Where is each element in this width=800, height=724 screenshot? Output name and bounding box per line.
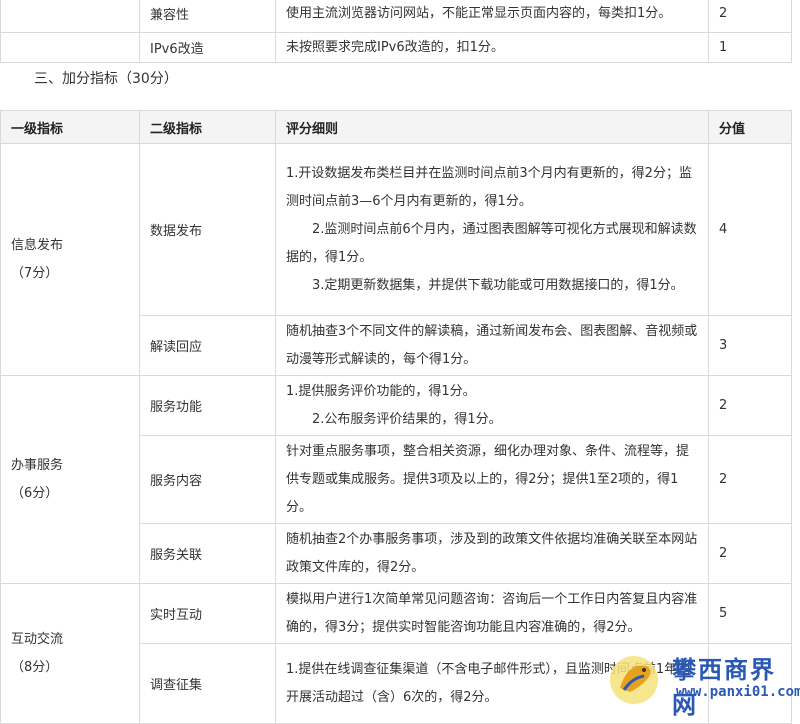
rule-line: 随机抽查2个办事服务事项，涉及到的政策文件依据均准确关联至本网站政策文件库的，得… [286,531,698,575]
score-cell: 2 [708,435,792,524]
level1-name: 信息发布 [11,237,64,253]
sub-indicator: 解读回应 [139,315,276,376]
score-cell: 2 [708,0,792,33]
rule-cell: 随机抽查3个不同文件的解读稿，通过新闻发布会、图表图解、音视频或动漫等形式解读的… [275,315,709,376]
sub-indicator: 实时互动 [139,583,276,644]
rule-line: 随机抽查3个不同文件的解读稿，通过新闻发布会、图表图解、音视频或动漫等形式解读的… [286,323,698,367]
sub-indicator: 数据发布 [139,143,276,316]
parrot-logo-icon [610,656,658,704]
header-rules: 评分细则 [275,110,709,144]
rule-line: 2.监测时间点前6个月内，通过图表图解等可视化方式展现和解读数据的，得1分。 [286,221,697,265]
level1-points: （8分） [11,659,59,675]
empty-cell [0,32,140,63]
rule-line: 3.定期更新数据集，并提供下载功能或可用数据接口的，得1分。 [312,277,684,293]
rule-line: 2.公布服务评价结果的，得1分。 [312,411,502,427]
level1-name: 互动交流 [11,631,64,647]
rule-cell: 使用主流浏览器访问网站，不能正常显示页面内容的，每类扣1分。 [275,0,709,33]
site-watermark: 攀西商界网 www.panxi01.com [602,648,800,719]
rule-line: 1.开设数据发布类栏目并在监测时间点前3个月内有更新的，得2分；监测时间点前3—… [286,165,692,209]
rule-line: 1.提供服务评价功能的，得1分。 [286,383,476,399]
table-row: 兼容性 使用主流浏览器访问网站，不能正常显示页面内容的，每类扣1分。 2 [0,0,792,33]
sub-indicator: 服务关联 [139,523,276,584]
sub-indicator: 调查征集 [139,643,276,724]
table-row: 互动交流 （8分） 实时互动 模拟用户进行1次简单常见问题咨询：咨询后一个工作日… [0,583,792,724]
watermark-url: www.panxi01.com [676,684,800,700]
table-row: 办事服务 （6分） 服务功能 1.提供服务评价功能的，得1分。 2.公布服务评价… [0,375,792,584]
rule-cell: 1.提供服务评价功能的，得1分。 2.公布服务评价结果的，得1分。 [275,375,709,436]
rule-cell: 针对重点服务事项，整合相关资源，细化办理对象、条件、流程等，提供专题或集成服务。… [275,435,709,524]
score-cell: 2 [708,375,792,436]
score-cell: 5 [708,583,792,644]
top-table: 兼容性 使用主流浏览器访问网站，不能正常显示页面内容的，每类扣1分。 2 IPv… [0,0,792,63]
level1-points: （7分） [11,265,59,281]
score-cell: 2 [708,523,792,584]
score-cell: 1 [708,32,792,63]
empty-cell [0,0,140,33]
rule-line: 模拟用户进行1次简单常见问题咨询：咨询后一个工作日内答复且内容准确的，得3分；提… [286,591,698,635]
level1-cell: 信息发布 （7分） [0,143,140,376]
rule-cell: 未按照要求完成IPv6改造的，扣1分。 [275,32,709,63]
header-row: 一级指标 二级指标 评分细则 分值 [0,110,792,144]
score-cell: 4 [708,143,792,316]
level1-name: 办事服务 [11,457,64,473]
rule-cell: 随机抽查2个办事服务事项，涉及到的政策文件依据均准确关联至本网站政策文件库的，得… [275,523,709,584]
sub-indicator: IPv6改造 [139,32,276,63]
header-score: 分值 [708,110,792,144]
rule-cell: 模拟用户进行1次简单常见问题咨询：咨询后一个工作日内答复且内容准确的，得3分；提… [275,583,709,644]
rule-line: 针对重点服务事项，整合相关资源，细化办理对象、条件、流程等，提供专题或集成服务。… [286,443,690,515]
sub-indicator: 服务功能 [139,375,276,436]
level1-points: （6分） [11,485,59,501]
level1-cell: 办事服务 （6分） [0,375,140,584]
section-title: 三、加分指标（30分） [34,71,178,87]
sub-indicator: 服务内容 [139,435,276,524]
header-level1: 一级指标 [0,110,140,144]
rule-cell: 1.开设数据发布类栏目并在监测时间点前3个月内有更新的，得2分；监测时间点前3—… [275,143,709,316]
table-row: 信息发布 （7分） 数据发布 1.开设数据发布类栏目并在监测时间点前3个月内有更… [0,143,792,376]
bonus-indicator-table: 一级指标 二级指标 评分细则 分值 信息发布 （7分） 数据发布 1.开设数据发… [0,110,792,724]
score-cell: 3 [708,315,792,376]
sub-indicator: 兼容性 [139,0,276,33]
level1-cell: 互动交流 （8分） [0,583,140,724]
header-level2: 二级指标 [139,110,276,144]
table-row: IPv6改造 未按照要求完成IPv6改造的，扣1分。 1 [0,32,792,63]
